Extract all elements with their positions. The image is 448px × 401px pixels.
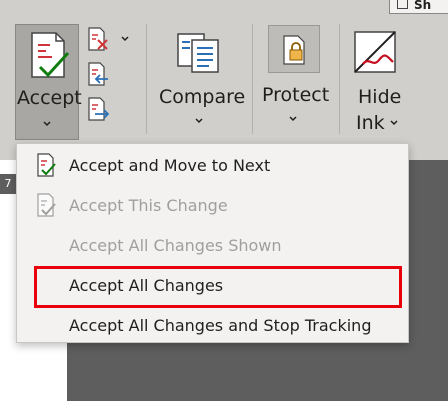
menu-item-accept-all-changes-and-stop-tracking[interactable]: Accept All Changes and Stop Tracking <box>17 306 408 346</box>
chevron-down-icon <box>195 118 203 124</box>
chevron-down-icon <box>289 116 297 122</box>
next-change-icon[interactable] <box>87 97 109 121</box>
reject-change-icon[interactable] <box>87 27 109 51</box>
top-tab[interactable]: Sh <box>389 0 448 14</box>
tab-box-icon <box>397 0 408 9</box>
accept-dropdown-menu: Accept and Move to Next Accept This Chan… <box>16 143 409 343</box>
compare-label: Compare <box>159 86 246 108</box>
hide-ink-label-line1: Hide <box>358 86 402 108</box>
menu-item-label: Accept and Move to Next <box>69 156 271 175</box>
chevron-down-icon <box>390 120 398 126</box>
separator <box>339 24 340 134</box>
compare-button[interactable]: Compare <box>157 24 246 134</box>
lock-document-icon <box>283 35 305 65</box>
chevron-down-icon <box>43 121 51 127</box>
accept-and-move-icon <box>37 153 56 177</box>
ribbon-top-strip <box>0 0 448 16</box>
separator <box>252 24 253 134</box>
accept-label: Accept <box>17 87 82 109</box>
separator <box>146 24 147 134</box>
hide-ink-icon <box>354 31 396 73</box>
menu-item-label: Accept All Changes Shown <box>69 236 282 255</box>
reject-chevron-down-icon[interactable] <box>121 35 129 43</box>
menu-item-accept-all-changes-shown[interactable]: Accept All Changes Shown <box>17 226 408 266</box>
page-number: 7 <box>0 174 16 194</box>
accept-this-change-icon <box>37 193 56 217</box>
accept-document-icon <box>31 32 70 78</box>
protect-icon-box <box>268 25 320 73</box>
menu-item-label: Accept All Changes and Stop Tracking <box>69 316 372 335</box>
top-tab-label: Sh <box>414 0 432 12</box>
accept-button[interactable]: Accept <box>15 24 82 140</box>
menu-item-accept-this-change[interactable]: Accept This Change <box>17 186 408 226</box>
protect-label: Protect <box>262 84 330 106</box>
menu-item-label: Accept This Change <box>69 196 228 215</box>
compare-icon <box>177 33 219 73</box>
menu-item-accept-and-move-to-next[interactable]: Accept and Move to Next <box>17 146 408 186</box>
hide-ink-button[interactable]: Hide Ink <box>348 24 408 144</box>
previous-change-icon[interactable] <box>87 62 109 86</box>
review-ribbon: Sh Accept Compare Protect Hide Ink <box>0 0 448 160</box>
hide-ink-label-line2: Ink <box>356 112 385 134</box>
protect-button[interactable]: Protect <box>260 24 330 134</box>
red-highlight-box <box>34 266 402 308</box>
